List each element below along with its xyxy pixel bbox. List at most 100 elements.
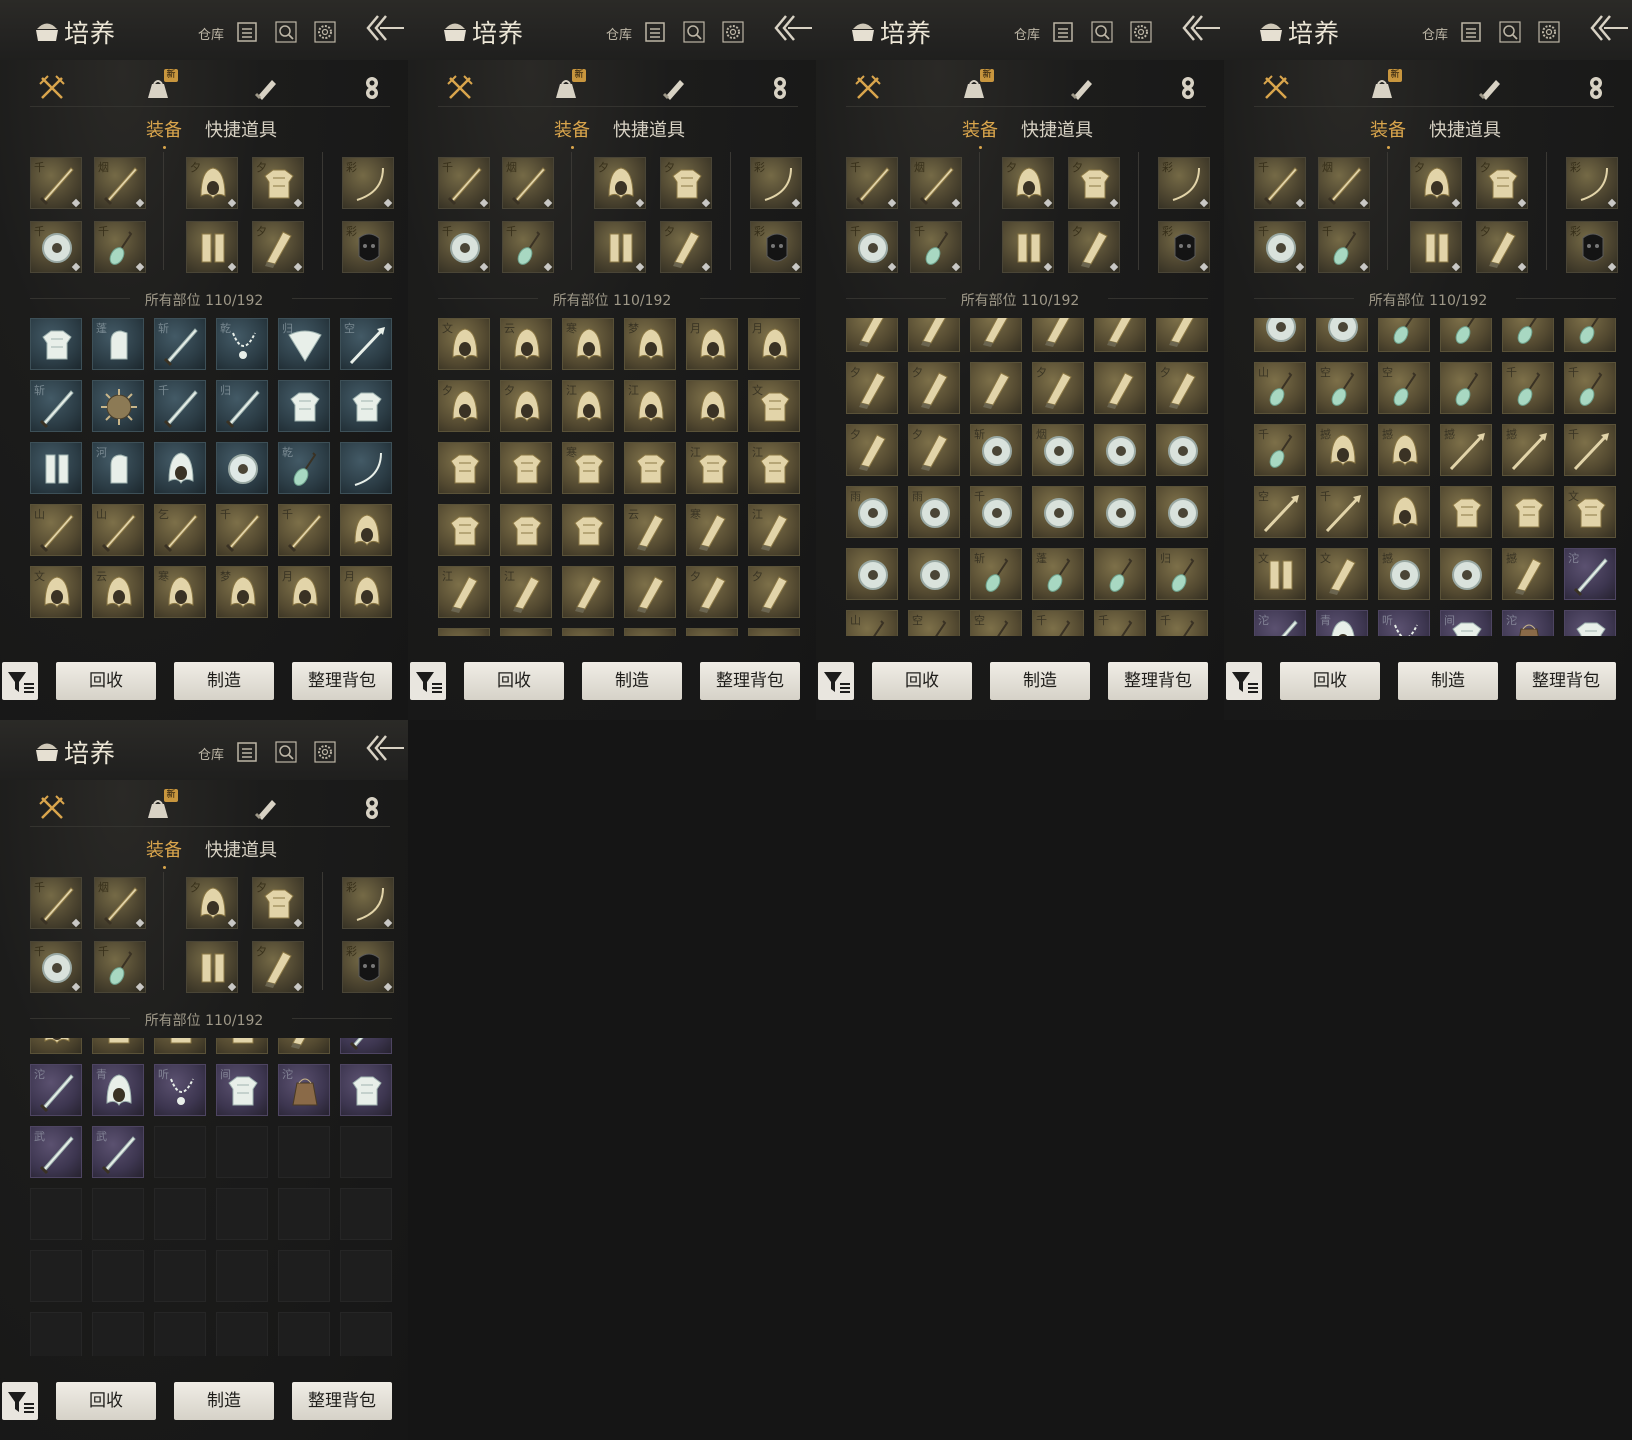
inventory-item[interactable]: 归 — [1156, 548, 1208, 600]
inventory-item[interactable]: 山 — [846, 610, 898, 636]
search-icon[interactable] — [275, 741, 297, 763]
inventory-item[interactable]: 江 — [562, 380, 614, 432]
tab-equipment[interactable]: 装备 — [554, 116, 590, 149]
equipped-slot[interactable]: 夕 — [186, 157, 238, 209]
inventory-item[interactable] — [1094, 362, 1146, 414]
filter-icon[interactable] — [2, 1382, 38, 1420]
coin-stack-icon[interactable] — [1582, 74, 1610, 102]
gear-icon[interactable] — [1538, 21, 1560, 43]
inventory-item[interactable]: 武 — [92, 1126, 144, 1178]
equipped-slot[interactable]: 夕 — [1476, 221, 1528, 273]
gear-icon[interactable] — [1130, 21, 1152, 43]
equipped-slot[interactable] — [1002, 221, 1054, 273]
warehouse-button[interactable]: 仓库 — [606, 24, 632, 43]
inventory-item[interactable]: 斩 — [970, 548, 1022, 600]
tab-quick-items[interactable]: 快捷道具 — [205, 116, 277, 142]
inventory-item[interactable]: 文 — [1316, 548, 1368, 600]
coin-stack-icon[interactable] — [766, 74, 794, 102]
inventory-item[interactable]: 夕 — [438, 380, 490, 432]
inventory-item[interactable]: 空 — [340, 318, 392, 370]
craft-button[interactable]: 制造 — [990, 662, 1090, 700]
inventory-item[interactable] — [624, 566, 676, 618]
inventory-item[interactable]: 千 — [1564, 362, 1616, 414]
inventory-item[interactable] — [846, 318, 898, 352]
inventory-item[interactable]: 雨 — [908, 486, 960, 538]
inventory-item[interactable]: 空 — [908, 610, 960, 636]
equipped-slot[interactable]: 彩 — [342, 941, 394, 993]
inventory-item[interactable] — [154, 1038, 206, 1054]
inventory-item[interactable]: 千 — [154, 380, 206, 432]
inventory-item[interactable] — [846, 548, 898, 600]
equipped-slot[interactable]: 千 — [438, 157, 490, 209]
tab-equipment[interactable]: 装备 — [1370, 116, 1406, 149]
equipped-slot[interactable]: 彩 — [1158, 157, 1210, 209]
crossed-swords-icon[interactable] — [446, 74, 474, 102]
craft-button[interactable]: 制造 — [582, 662, 682, 700]
equipped-slot[interactable]: 烟 — [910, 157, 962, 209]
recycle-button[interactable]: 回收 — [464, 662, 564, 700]
inventory-item[interactable] — [340, 380, 392, 432]
inventory-item[interactable] — [340, 1312, 392, 1356]
equipped-slot[interactable]: 烟 — [94, 877, 146, 929]
inventory-item[interactable]: 寒 — [562, 442, 614, 494]
coin-stack-icon[interactable] — [358, 74, 386, 102]
inventory-item[interactable]: 江 — [748, 504, 800, 556]
tab-equipment[interactable]: 装备 — [962, 116, 998, 149]
inventory-item[interactable]: 文 — [30, 566, 82, 618]
inventory-item[interactable] — [908, 548, 960, 600]
inventory-item[interactable]: 千 — [1032, 610, 1084, 636]
inventory-item[interactable] — [340, 442, 392, 494]
equipped-slot[interactable]: 夕 — [660, 157, 712, 209]
inventory-item[interactable] — [1156, 318, 1208, 352]
inventory-item[interactable] — [30, 1188, 82, 1240]
inventory-item[interactable]: 夕 — [686, 566, 738, 618]
warehouse-button[interactable]: 仓库 — [198, 744, 224, 763]
inventory-item[interactable]: 梦 — [624, 318, 676, 370]
inventory-item[interactable] — [278, 1188, 330, 1240]
inventory-item[interactable]: 千 — [1254, 424, 1306, 476]
inventory-item[interactable] — [1094, 486, 1146, 538]
inventory-item[interactable]: 烟 — [1032, 424, 1084, 476]
inventory-item[interactable] — [278, 1312, 330, 1356]
inventory-item[interactable]: 蓬 — [1032, 548, 1084, 600]
inventory-item[interactable] — [30, 318, 82, 370]
inventory-item[interactable]: 千 — [1564, 424, 1616, 476]
inventory-item[interactable]: 夕 — [1032, 362, 1084, 414]
inventory-item[interactable]: 空 — [1316, 362, 1368, 414]
inventory-item[interactable] — [278, 1250, 330, 1302]
warehouse-button[interactable]: 仓库 — [1422, 24, 1448, 43]
filter-icon[interactable] — [1226, 662, 1262, 700]
inventory-item[interactable]: 撼 — [1316, 424, 1368, 476]
inventory-item[interactable]: 山 — [1254, 362, 1306, 414]
equipped-slot[interactable]: 烟 — [502, 157, 554, 209]
warehouse-button[interactable]: 仓库 — [1014, 24, 1040, 43]
inventory-item[interactable] — [1254, 318, 1306, 352]
sort-bag-button[interactable]: 整理背包 — [292, 662, 392, 700]
inventory-item[interactable]: 江 — [438, 566, 490, 618]
equipped-slot[interactable]: 夕 — [252, 877, 304, 929]
equipped-slot[interactable]: 夕 — [660, 221, 712, 273]
search-icon[interactable] — [275, 21, 297, 43]
inventory-item[interactable]: 斩 — [30, 380, 82, 432]
inventory-item[interactable] — [1378, 318, 1430, 352]
scroll-icon[interactable] — [252, 74, 280, 102]
inventory-item[interactable] — [216, 1188, 268, 1240]
equipped-slot[interactable]: 彩 — [342, 157, 394, 209]
equipped-slot[interactable]: 夕 — [252, 221, 304, 273]
list-icon[interactable] — [644, 21, 666, 43]
inventory-item[interactable]: 寒 — [154, 566, 206, 618]
inventory-item[interactable] — [1316, 318, 1368, 352]
filter-icon[interactable] — [410, 662, 446, 700]
coin-stack-icon[interactable] — [1174, 74, 1202, 102]
list-icon[interactable] — [1052, 21, 1074, 43]
inventory-item[interactable]: 千 — [1502, 362, 1554, 414]
inventory-item[interactable] — [1502, 318, 1554, 352]
inventory-item[interactable] — [30, 1250, 82, 1302]
recycle-button[interactable]: 回收 — [56, 1382, 156, 1420]
inventory-item[interactable] — [1564, 318, 1616, 352]
inventory-item[interactable]: 夕 — [908, 362, 960, 414]
list-icon[interactable] — [1460, 21, 1482, 43]
equipped-slot[interactable]: 千 — [1254, 221, 1306, 273]
equipped-slot[interactable]: 千 — [438, 221, 490, 273]
equipped-slot[interactable]: 夕 — [1410, 157, 1462, 209]
